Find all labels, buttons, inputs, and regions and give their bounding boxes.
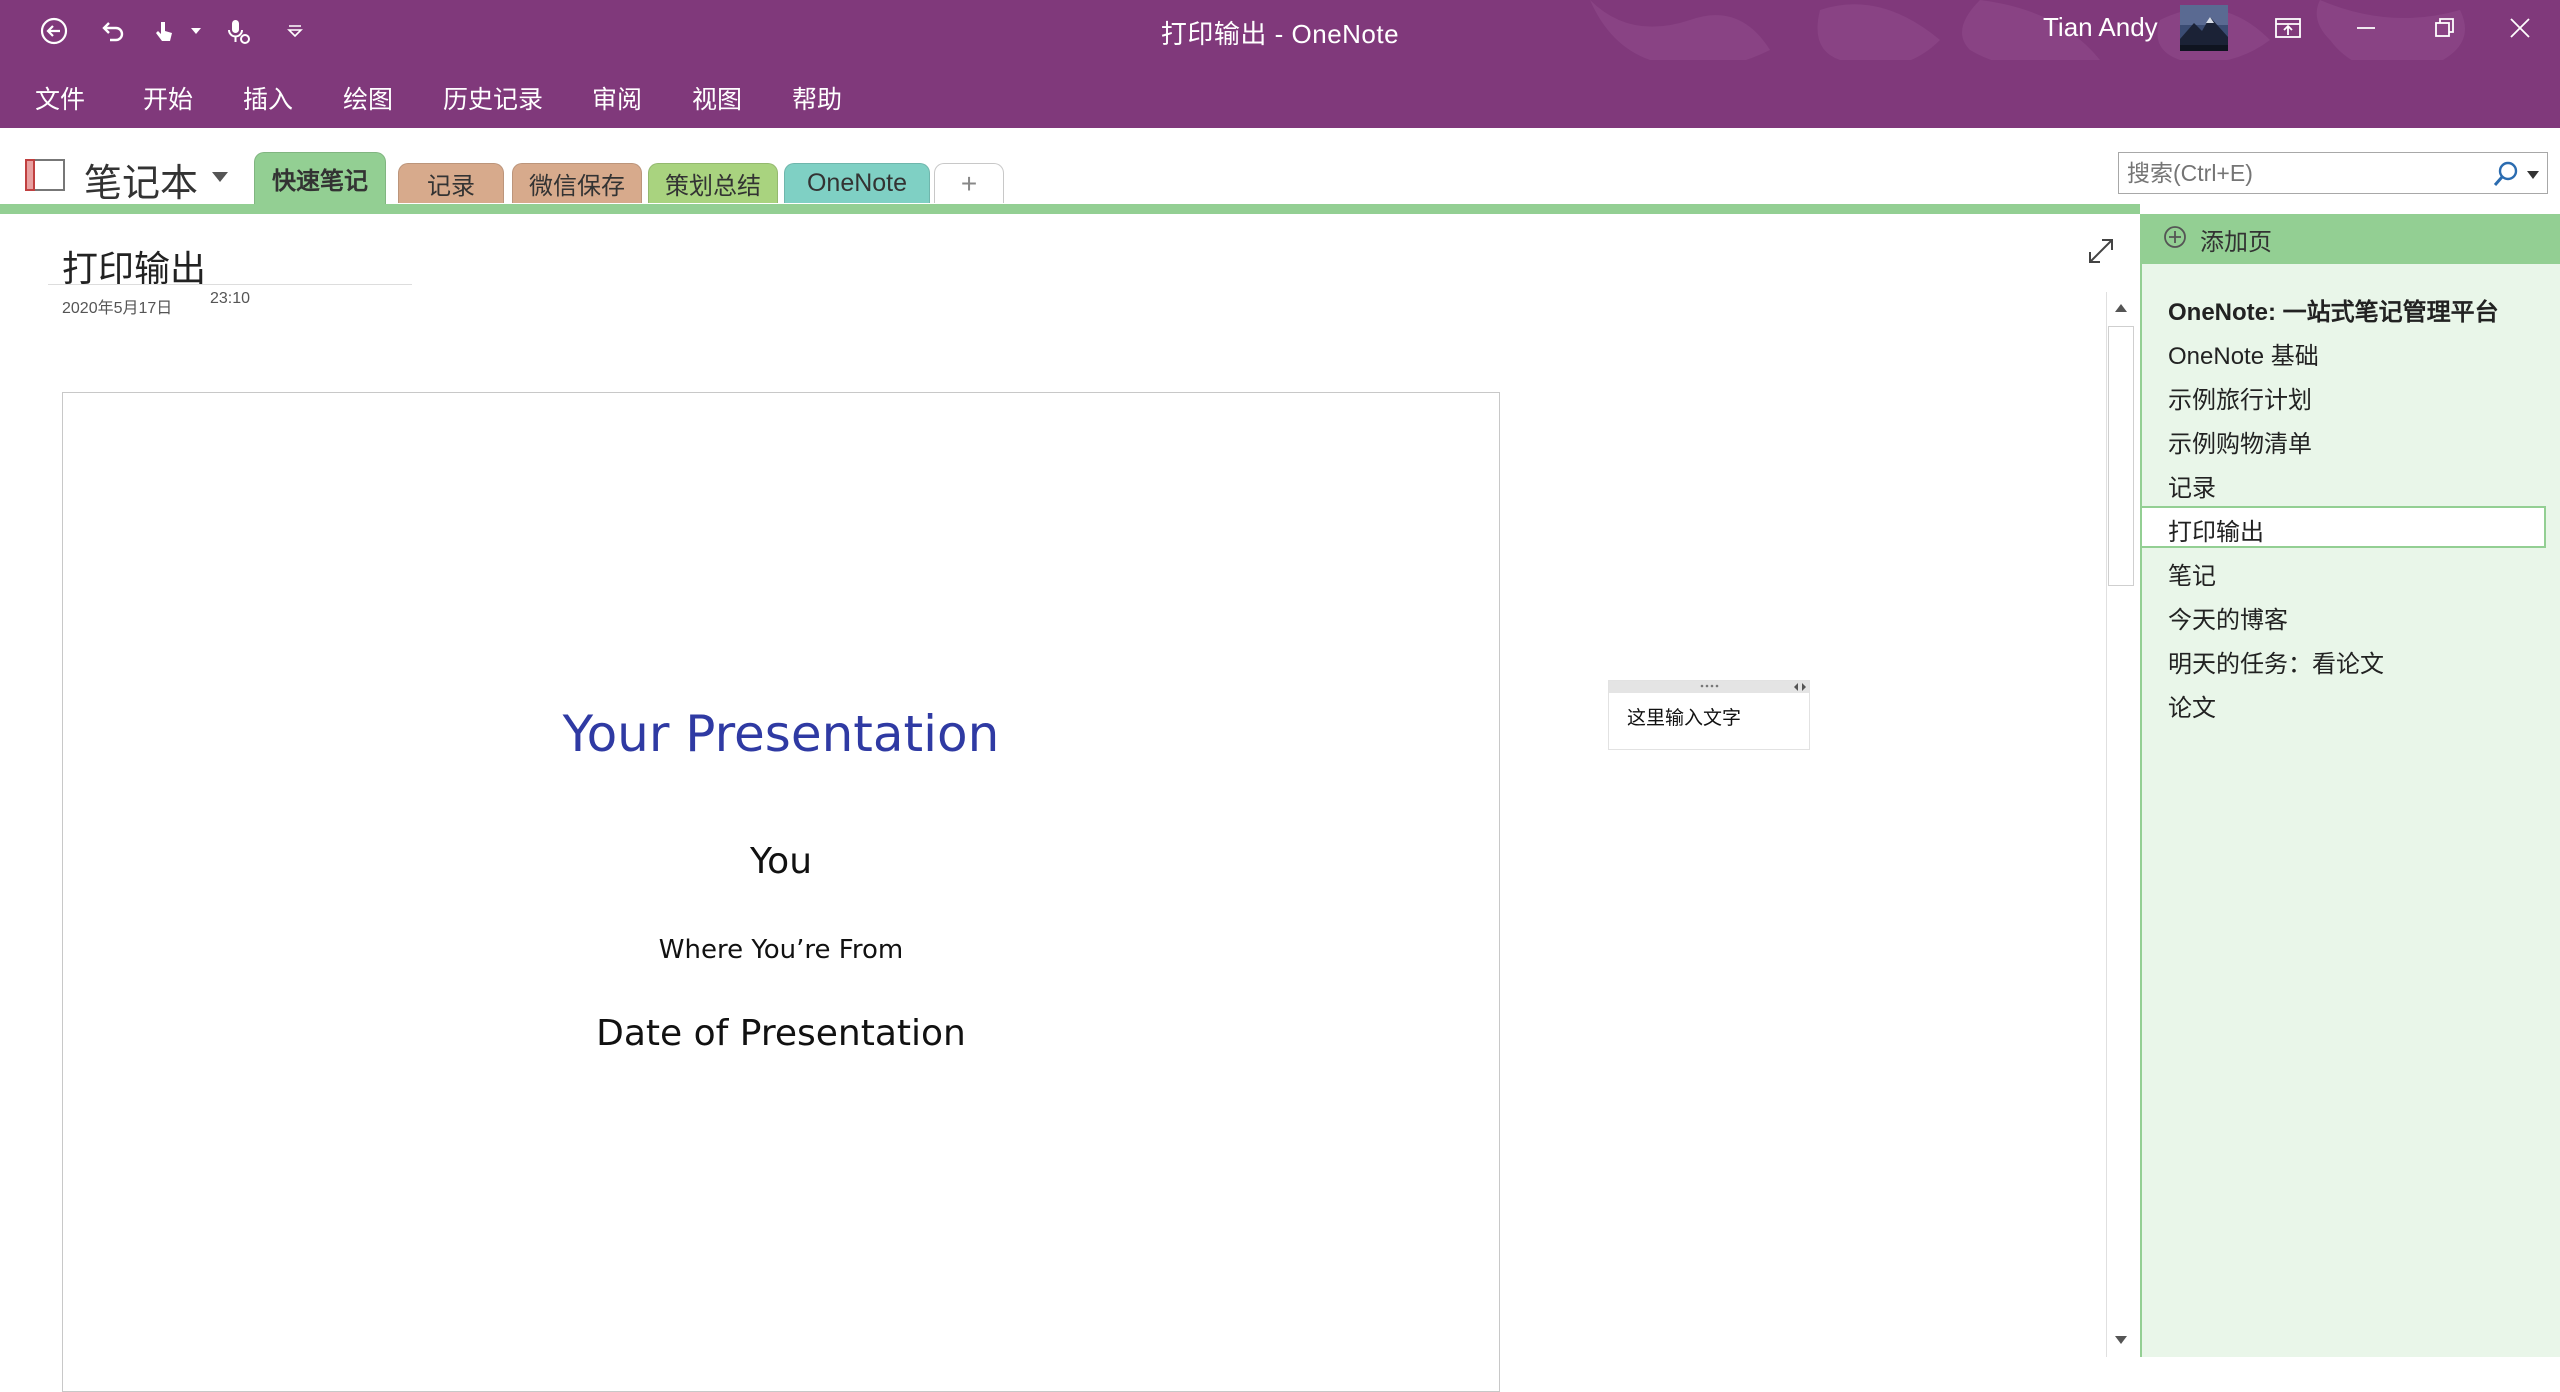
drag-dots-icon (1700, 684, 1719, 688)
search-input[interactable] (2118, 152, 2548, 194)
section-tab-quick-notes[interactable]: 快速笔记 (254, 152, 386, 204)
avatar[interactable] (2180, 5, 2228, 51)
dropdown-icon (191, 28, 201, 34)
page-item-onenote-basics[interactable]: OneNote 基础 (2168, 336, 2319, 371)
menu-file[interactable]: 文件 (35, 80, 85, 116)
menu-review[interactable]: 审阅 (592, 80, 642, 116)
customize-qat-button[interactable] (282, 14, 308, 48)
arrow-up-icon (2115, 304, 2127, 312)
slide-author: You (749, 841, 813, 882)
page-item-records[interactable]: 记录 (2168, 468, 2216, 503)
page-item-thesis[interactable]: 论文 (2168, 688, 2216, 723)
section-tab-records[interactable]: 记录 (398, 163, 504, 203)
dictate-icon (228, 20, 250, 44)
page-title-underline (48, 284, 412, 285)
touch-mode-button[interactable] (146, 14, 182, 48)
page-time: 23:10 (210, 290, 251, 307)
undo-icon (102, 22, 124, 42)
add-section-button[interactable]: + (934, 163, 1004, 203)
user-name[interactable]: Tian Andy (2043, 12, 2158, 43)
minimize-icon (2357, 27, 2375, 29)
window-title: 打印输出 - OneNote (1160, 19, 1400, 49)
close-icon (2510, 18, 2530, 38)
touch-mode-dropdown[interactable] (188, 14, 204, 48)
scrollbar-thumb[interactable] (2108, 326, 2134, 586)
notebook-icon[interactable] (24, 158, 66, 192)
title-bar: 打印输出 - OneNote Tian Andy (0, 0, 2560, 110)
arrow-down-icon (2115, 1336, 2127, 1344)
touch-mode-icon (156, 22, 172, 41)
scroll-up-button[interactable] (2106, 294, 2136, 322)
resize-arrows-icon[interactable] (1793, 682, 1807, 692)
scroll-down-button[interactable] (2106, 1326, 2136, 1354)
slide-title: Your Presentation (562, 705, 1000, 763)
add-circle-icon (2164, 226, 2186, 248)
page-item-notes[interactable]: 笔记 (2168, 556, 2216, 591)
search-icon[interactable] (2492, 160, 2520, 188)
note-drag-handle[interactable] (1609, 681, 1809, 693)
minimize-button[interactable] (2336, 8, 2396, 48)
page-date: 2020年5月17日 (62, 300, 173, 317)
section-color-bar (0, 204, 2140, 214)
ribbon-menu-bar: 文件 开始 插入 绘图 历史记录 审阅 视图 帮助 (0, 60, 2560, 128)
menu-insert[interactable]: 插入 (243, 80, 293, 116)
page-item-shopping-list[interactable]: 示例购物清单 (2168, 424, 2312, 459)
section-tab-planning-summary[interactable]: 策划总结 (648, 163, 778, 203)
menu-home[interactable]: 开始 (143, 80, 193, 116)
page-item-printout[interactable]: 打印输出 (2168, 512, 2264, 547)
notebook-name[interactable]: 笔记本 (84, 152, 198, 207)
restore-button[interactable] (2414, 8, 2474, 48)
restore-icon (2435, 18, 2454, 37)
close-button[interactable] (2490, 8, 2550, 48)
notebook-dropdown-icon[interactable] (210, 170, 230, 184)
menu-history[interactable]: 历史记录 (443, 80, 543, 116)
menu-view[interactable]: 视图 (692, 80, 742, 116)
page-item-travel-plan[interactable]: 示例旅行计划 (2168, 380, 2312, 415)
add-page-label[interactable]: 添加页 (2200, 222, 2272, 257)
back-button[interactable] (36, 14, 72, 48)
ribbon-display-button[interactable] (2258, 8, 2318, 48)
undo-button[interactable] (94, 14, 130, 48)
section-tab-onenote[interactable]: OneNote (784, 163, 930, 203)
page-item-onenote-platform[interactable]: OneNote: 一站式笔记管理平台 (2168, 292, 2499, 327)
page-item-todays-blog[interactable]: 今天的博客 (2168, 600, 2288, 635)
note-text[interactable]: 这里输入文字 (1627, 703, 1741, 730)
ribbon-display-icon (2275, 18, 2301, 38)
slide-date: Date of Presentation (596, 1013, 966, 1054)
search-scope-dropdown-icon[interactable] (2526, 170, 2540, 180)
menu-draw[interactable]: 绘图 (343, 80, 393, 116)
customize-icon (287, 25, 303, 38)
expand-icon[interactable] (2086, 236, 2116, 266)
menu-help[interactable]: 帮助 (792, 80, 842, 116)
note-container[interactable]: 这里输入文字 (1608, 680, 1810, 750)
dictate-button[interactable] (220, 14, 256, 48)
avatar-image (2180, 5, 2228, 51)
section-tab-wechat-save[interactable]: 微信保存 (512, 163, 642, 203)
back-icon (40, 17, 68, 45)
slide-origin: Where You’re From (658, 935, 904, 965)
page-item-tomorrow-task[interactable]: 明天的任务：看论文 (2168, 644, 2384, 679)
printout-slide[interactable]: Your Presentation You Where You’re From … (62, 392, 1500, 1392)
